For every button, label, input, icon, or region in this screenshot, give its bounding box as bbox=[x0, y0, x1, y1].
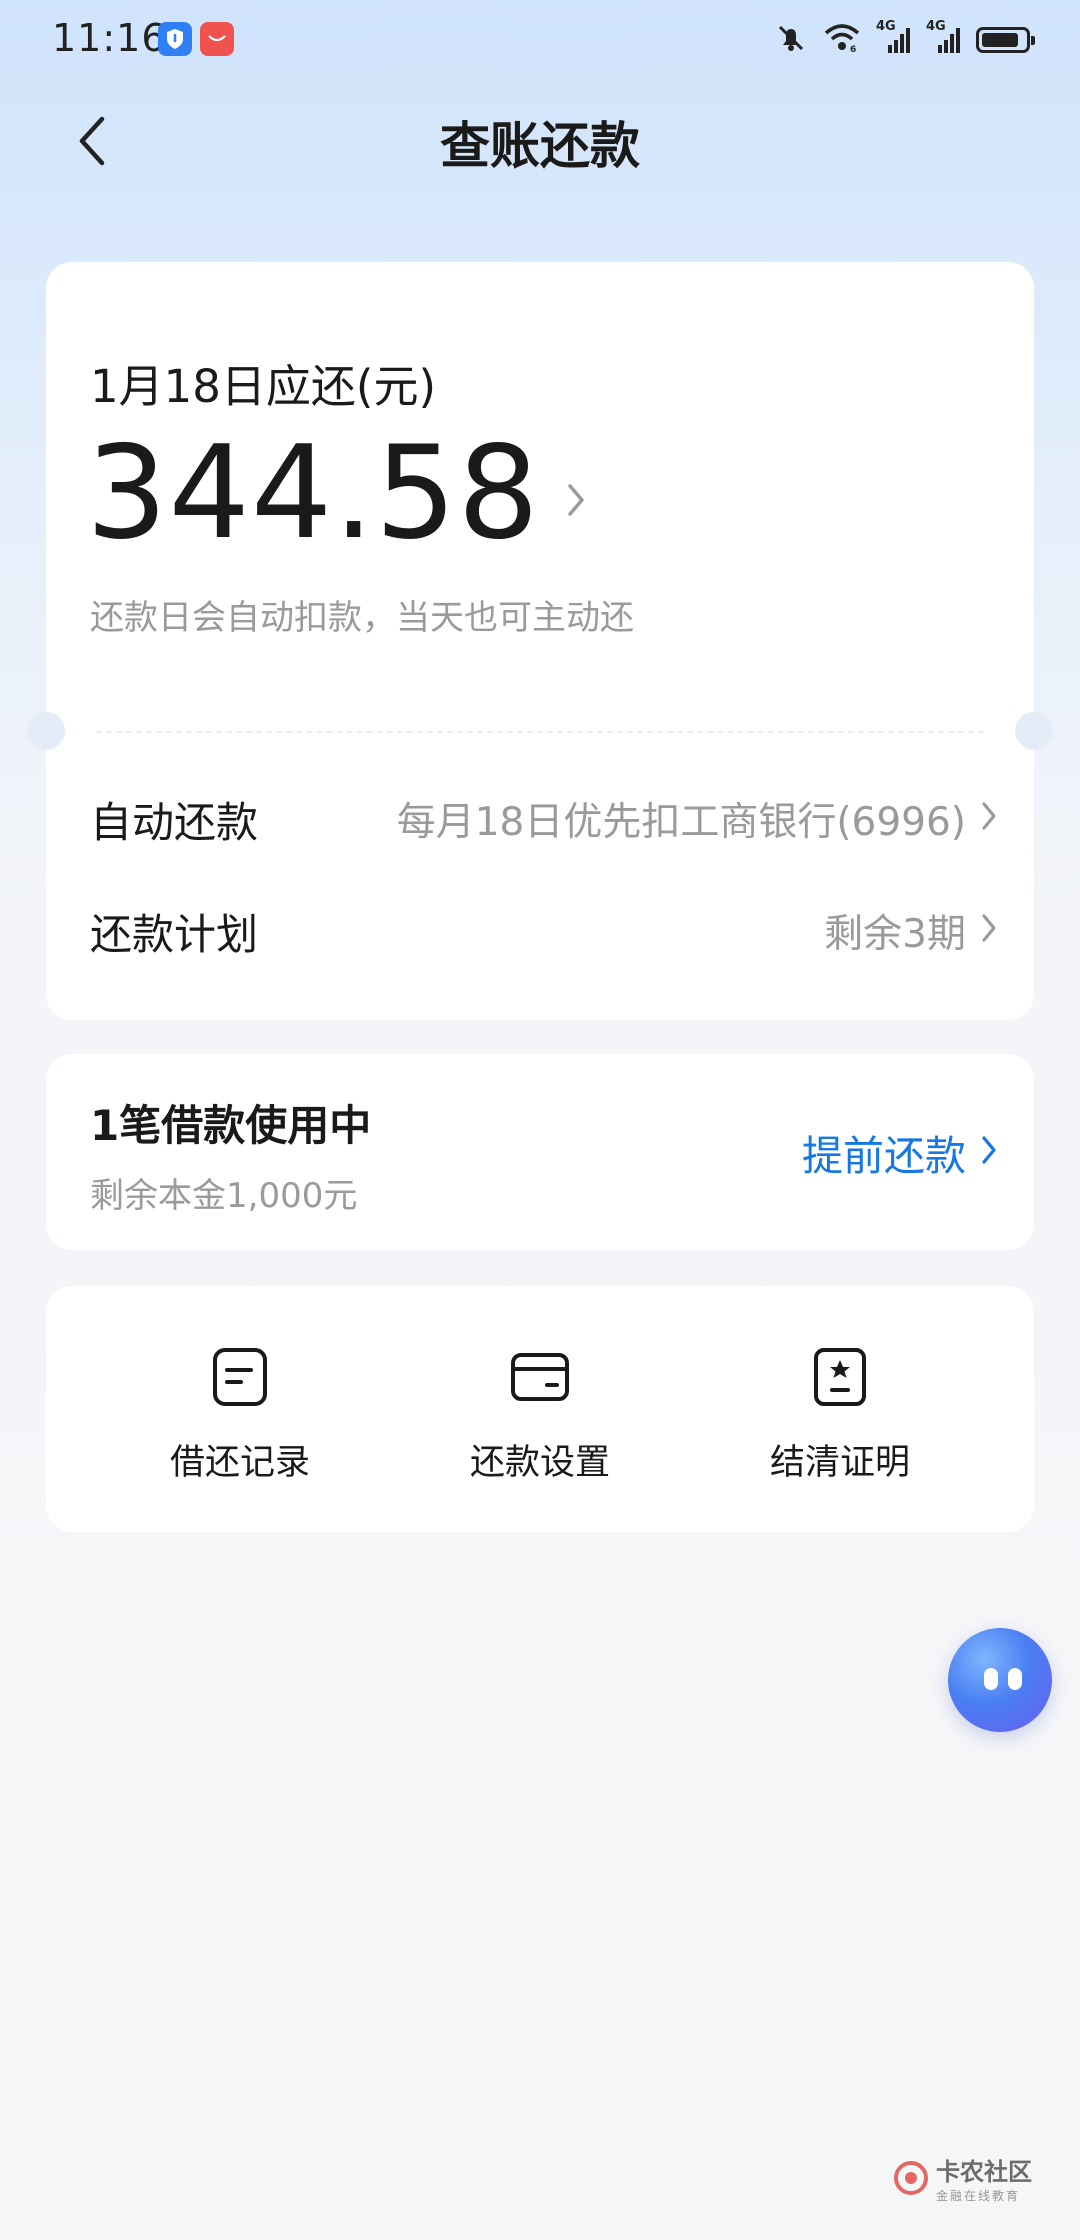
repay-plan-label: 还款计划 bbox=[90, 909, 259, 959]
settlement-certificate-button[interactable]: 结清证明 bbox=[690, 1346, 990, 1485]
remaining-principal: 剩余本金1,000元 bbox=[90, 1176, 358, 1216]
loan-card: 1笔借款使用中 剩余本金1,000元 提前还款 bbox=[46, 1054, 1034, 1250]
auto-repay-value: 每月18日优先扣工商银行(6996) bbox=[396, 800, 966, 845]
action-label: 还款设置 bbox=[469, 1443, 610, 1483]
watermark-text: 卡农社区 bbox=[936, 2158, 1032, 2186]
chevron-right-icon bbox=[566, 482, 586, 522]
borrow-repay-record-button[interactable]: 借还记录 bbox=[90, 1346, 390, 1485]
svg-text:6: 6 bbox=[850, 45, 856, 54]
divider bbox=[96, 731, 984, 733]
ticket-notch-right bbox=[1015, 712, 1053, 750]
loan-status-title: 1笔借款使用中 bbox=[90, 1101, 372, 1150]
ticket-notch-left bbox=[27, 712, 65, 750]
amount-link[interactable]: 344.58 bbox=[86, 430, 586, 558]
watermark: 卡农社区 金融在线教育 bbox=[894, 2152, 1032, 2204]
status-bar: 11:16 6 4G 4G bbox=[0, 0, 1080, 84]
status-time: 11:16 bbox=[52, 16, 167, 60]
chevron-right-icon bbox=[980, 797, 998, 842]
repay-plan-value: 剩余3期 bbox=[824, 912, 966, 957]
auto-deduct-note: 还款日会自动扣款，当天也可主动还 bbox=[90, 598, 634, 638]
chevron-right-icon bbox=[980, 1128, 998, 1176]
signal-icon-1: 4G bbox=[876, 19, 912, 55]
auto-repay-row[interactable]: 自动还款 每月18日优先扣工商银行(6996) bbox=[90, 784, 998, 854]
repay-settings-button[interactable]: 还款设置 bbox=[390, 1346, 690, 1485]
actions-card: 借还记录 还款设置 结清证明 bbox=[46, 1286, 1034, 1532]
status-icons: 6 4G 4G bbox=[774, 19, 1035, 60]
auto-repay-label: 自动还款 bbox=[90, 797, 259, 847]
card-icon bbox=[509, 1346, 571, 1408]
security-app-icon bbox=[158, 22, 192, 56]
certificate-icon bbox=[809, 1346, 871, 1408]
watermark-subtext: 金融在线教育 bbox=[936, 2189, 1021, 2203]
record-icon bbox=[209, 1346, 271, 1408]
page-title: 查账还款 bbox=[440, 117, 640, 175]
store-app-icon bbox=[200, 22, 234, 56]
assistant-eye-icon bbox=[1008, 1668, 1022, 1690]
prepay-button[interactable]: 提前还款 bbox=[802, 1122, 998, 1182]
due-amount: 344.58 bbox=[86, 419, 540, 568]
watermark-logo-icon bbox=[894, 2161, 928, 2195]
due-date-label: 1月18日应还(元) bbox=[90, 360, 437, 413]
action-label: 借还记录 bbox=[169, 1443, 310, 1483]
chevron-right-icon bbox=[980, 909, 998, 954]
action-label: 结清证明 bbox=[769, 1443, 910, 1483]
signal-icon-2: 4G bbox=[926, 19, 962, 55]
repay-plan-row[interactable]: 还款计划 剩余3期 bbox=[90, 896, 998, 966]
bill-card: 1月18日应还(元) 344.58 还款日会自动扣款，当天也可主动还 自动还款 … bbox=[27, 262, 1053, 1020]
prepay-label: 提前还款 bbox=[802, 1132, 966, 1180]
assistant-eye-icon bbox=[984, 1668, 998, 1690]
battery-icon bbox=[976, 27, 1035, 53]
assistant-bubble[interactable] bbox=[948, 1628, 1052, 1732]
mute-icon bbox=[774, 21, 808, 59]
wifi-icon: 6 bbox=[822, 22, 862, 58]
